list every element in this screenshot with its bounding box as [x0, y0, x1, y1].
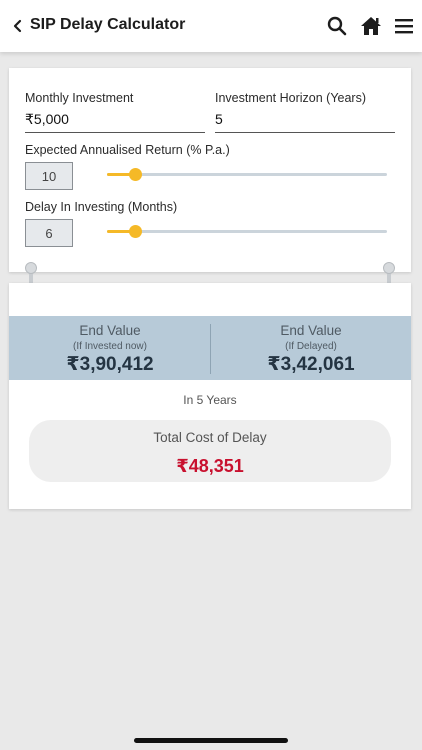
end-value-now-subtitle: (If Invested now)	[73, 341, 147, 352]
end-value-divider	[210, 324, 211, 374]
investment-horizon-label: Investment Horizon (Years)	[215, 91, 366, 105]
page-title: SIP Delay Calculator	[30, 16, 186, 33]
delay-label: Delay In Investing (Months)	[25, 200, 178, 214]
binder-ring-left-top	[25, 262, 37, 274]
result-card: End Value (If Invested now) ₹3,90,412 En…	[9, 283, 411, 509]
menu-button[interactable]	[392, 14, 416, 38]
end-value-delayed-subtitle: (If Delayed)	[285, 341, 337, 352]
delay-slider-track[interactable]	[107, 230, 387, 233]
delay-slider-thumb[interactable]	[128, 225, 142, 238]
cost-of-delay-title: Total Cost of Delay	[153, 430, 267, 445]
expected-return-slider-track[interactable]	[107, 173, 387, 176]
back-button[interactable]	[6, 14, 30, 38]
chevron-left-icon	[13, 19, 22, 33]
expected-return-value-box[interactable]: 10	[25, 162, 73, 190]
end-value-now-amount: ₹3,90,412	[66, 354, 154, 375]
home-indicator	[134, 738, 288, 743]
cost-of-delay-amount: ₹48,351	[176, 456, 244, 476]
end-value-delayed-amount: ₹3,42,061	[267, 354, 355, 375]
search-icon	[327, 16, 347, 36]
search-button[interactable]	[325, 14, 349, 38]
end-value-delayed-title: End Value	[280, 323, 342, 338]
investment-horizon-input[interactable]: 5	[215, 111, 223, 127]
hamburger-menu-icon	[395, 19, 413, 34]
delay-value-box[interactable]: 6	[25, 219, 73, 247]
monthly-investment-input[interactable]: ₹5,000	[25, 111, 69, 128]
expected-return-label: Expected Annualised Return (% P.a.)	[25, 143, 230, 157]
binder-ring-right-top	[383, 262, 395, 274]
monthly-investment-underline	[25, 132, 205, 133]
app-header: SIP Delay Calculator	[0, 0, 422, 52]
end-value-now-title: End Value	[79, 323, 141, 338]
monthly-investment-label: Monthly Investment	[25, 91, 134, 105]
investment-horizon-underline	[215, 132, 395, 133]
expected-return-slider-thumb[interactable]	[128, 168, 142, 181]
input-card: Monthly Investment ₹5,000 Investment Hor…	[9, 68, 411, 272]
home-icon	[361, 17, 381, 35]
home-button[interactable]	[359, 14, 383, 38]
period-text: In 5 Years	[183, 393, 237, 407]
cost-of-delay-panel: Total Cost of Delay ₹48,351	[29, 420, 391, 482]
end-value-band: End Value (If Invested now) ₹3,90,412 En…	[9, 316, 411, 380]
